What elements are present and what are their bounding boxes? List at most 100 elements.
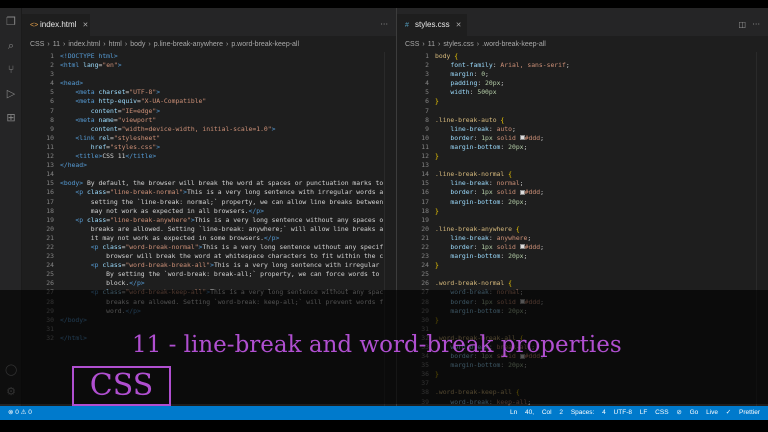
code-token: "styles.css" xyxy=(110,142,157,151)
line-number: 20 xyxy=(421,224,429,233)
more-actions-icon[interactable]: ··· xyxy=(752,20,760,29)
breadcrumb-separator: › xyxy=(63,41,66,48)
code-token: charset xyxy=(98,88,126,97)
line-number: 4 xyxy=(425,79,429,88)
code-token: rel xyxy=(98,133,111,142)
screenshot: ❐ ⌕ ⑂ ▷ ⊞ ◯ ⚙ <>index.html✕ ··· CSS›11›i… xyxy=(0,0,768,432)
line-number: 24 xyxy=(46,261,54,270)
code-token: By setting the `word-break: break-all;` … xyxy=(60,270,380,279)
code-line: 14 xyxy=(22,170,396,179)
code-token: { xyxy=(454,52,459,60)
code-token: line-break xyxy=(450,179,489,188)
line-text: it may not work as expected in some brow… xyxy=(60,233,280,243)
breadcrumb-item[interactable]: 11 xyxy=(428,41,435,48)
code-line: 3 margin: 0; xyxy=(397,70,768,79)
code-token: #ddd xyxy=(524,133,541,142)
line-text: href="styles.css"> xyxy=(60,143,160,152)
line-number: 13 xyxy=(421,161,429,170)
line-number: 23 xyxy=(46,252,54,261)
code-token: ; xyxy=(485,70,489,79)
code-line: 7 content="IE=edge"> xyxy=(22,107,396,116)
code-token: it may not work as expected in some brow… xyxy=(60,233,264,242)
code-token: content xyxy=(90,106,118,115)
files-icon[interactable]: ❐ xyxy=(5,16,17,28)
code-token: } xyxy=(435,97,439,106)
line-number: 11 xyxy=(421,142,429,151)
tab-index-html[interactable]: <> index.html ✕ xyxy=(22,14,90,36)
run-debug-icon[interactable]: ▷ xyxy=(5,88,17,100)
close-icon[interactable]: ✕ xyxy=(82,15,88,37)
line-text: content="IE=edge"> xyxy=(60,107,160,116)
code-token: padding xyxy=(450,79,478,88)
close-icon[interactable]: ✕ xyxy=(456,15,462,37)
line-number: 26 xyxy=(46,279,54,288)
code-line: 9 content="width=device-width, initial-s… xyxy=(22,125,396,134)
status-items[interactable]: Ln 40, Col 2 Spaces: 4 UTF-8 LF CSS ⊘ Go… xyxy=(510,406,760,420)
code-token: { xyxy=(508,279,512,288)
code-line: 18 may not work as expected in all brows… xyxy=(22,207,396,216)
more-actions-icon[interactable]: ··· xyxy=(380,20,388,29)
code-token: { xyxy=(508,170,512,179)
line-number: 16 xyxy=(421,188,429,197)
code-token: 500px xyxy=(477,88,497,97)
code-token: .word-break-normal xyxy=(435,279,509,288)
line-number: 22 xyxy=(46,242,54,251)
breadcrumb-item[interactable]: styles.css xyxy=(443,41,473,48)
code-token: This is a very long sentence with irregu… xyxy=(213,261,380,270)
code-token: name xyxy=(98,115,114,124)
css-logo: CSS xyxy=(72,366,171,406)
breadcrumb-item[interactable]: CSS xyxy=(30,41,44,48)
breadcrumb-item[interactable]: index.html xyxy=(68,41,100,48)
breadcrumb-item[interactable]: .word-break-keep-all xyxy=(482,41,546,48)
extensions-icon[interactable]: ⊞ xyxy=(5,112,17,124)
line-text: <html lang="en"> xyxy=(60,61,122,70)
breadcrumb-item[interactable]: p.line-break-anywhere xyxy=(154,41,223,48)
code-token: { xyxy=(500,115,505,124)
line-number: 17 xyxy=(421,197,429,206)
bottom-black-band xyxy=(0,420,768,432)
line-number: 4 xyxy=(50,79,54,88)
code-token: <p xyxy=(75,215,87,224)
code-token: border xyxy=(450,133,474,142)
code-token: ; xyxy=(523,252,528,261)
code-token: lang xyxy=(83,61,99,70)
code-line: 9 line-break: auto; xyxy=(397,125,768,134)
line-number: 2 xyxy=(50,61,54,70)
code-line: 25 By setting the `word-break: break-all… xyxy=(22,270,396,279)
code-token: class xyxy=(102,261,122,270)
search-icon[interactable]: ⌕ xyxy=(5,40,17,52)
code-token: 20px xyxy=(508,197,524,206)
code-token: http-equiv xyxy=(98,97,137,106)
tab-styles-css[interactable]: # styles.css ✕ xyxy=(397,14,467,36)
code-line: 19 <p class="line-break-anywhere">This i… xyxy=(22,216,396,225)
breadcrumb-item[interactable]: p.word-break-keep-all xyxy=(231,41,299,48)
breadcrumb-item[interactable]: 11 xyxy=(53,41,60,48)
code-line: 13 xyxy=(397,161,768,170)
code-token: <p xyxy=(90,242,103,251)
code-token: 1px xyxy=(481,188,493,197)
code-token: "en" xyxy=(102,61,118,70)
breadcrumb-item[interactable]: body xyxy=(130,41,145,48)
breadcrumb-item[interactable]: CSS xyxy=(405,41,419,48)
source-control-icon[interactable]: ⑂ xyxy=(5,64,17,76)
problems-indicator[interactable]: ⊗ 0 ⚠ 0 xyxy=(8,406,32,420)
line-text: <p class="word-break-normal">This is a v… xyxy=(60,243,383,252)
html-tab-strip: <> index.html ✕ ··· xyxy=(22,8,396,36)
code-line: 24} xyxy=(397,261,768,270)
line-number: 18 xyxy=(46,206,54,215)
code-token: Arial, sans-serif xyxy=(500,61,566,70)
code-token: ; xyxy=(511,124,516,133)
line-number: 25 xyxy=(421,270,429,279)
code-token: body xyxy=(435,52,455,60)
code-token: : xyxy=(488,124,497,133)
code-token: <meta xyxy=(75,115,99,124)
code-line: 20 .line-break-anywhere { xyxy=(397,225,768,234)
code-token: </head> xyxy=(60,161,87,170)
split-editor-icon[interactable]: ◫ xyxy=(738,20,746,29)
breadcrumb-item[interactable]: html xyxy=(109,41,122,48)
code-line: 11 href="styles.css"> xyxy=(22,143,396,152)
line-number: 7 xyxy=(425,106,429,115)
